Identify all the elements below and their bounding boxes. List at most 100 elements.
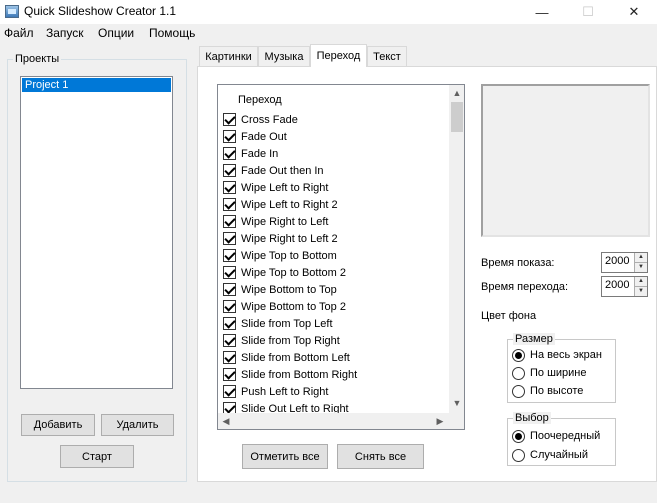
bg-color-label[interactable]: Цвет фона bbox=[481, 310, 536, 322]
transition-item-label: Wipe Top to Bottom 2 bbox=[241, 266, 346, 279]
transition-time-label: Время перехода: bbox=[481, 281, 569, 293]
add-project-button[interactable]: Добавить bbox=[21, 414, 95, 436]
checkbox[interactable] bbox=[223, 147, 236, 160]
checkbox[interactable] bbox=[223, 351, 236, 364]
show-time-spinner[interactable]: 2000 ▲ ▼ bbox=[601, 252, 648, 273]
checkbox[interactable] bbox=[223, 266, 236, 279]
menu-options[interactable]: Опции bbox=[98, 26, 134, 40]
transition-item-label: Slide from Bottom Right bbox=[241, 368, 358, 381]
scroll-up-icon[interactable]: ▲ bbox=[449, 85, 464, 101]
checkbox[interactable] bbox=[223, 249, 236, 262]
scroll-left-icon[interactable]: ◀ bbox=[218, 413, 234, 429]
transition-item[interactable]: Push Left to Right bbox=[223, 383, 448, 400]
transition-item-label: Wipe Left to Right bbox=[241, 181, 329, 194]
size-option-width[interactable]: По ширине bbox=[512, 364, 587, 382]
scroll-down-icon[interactable]: ▼ bbox=[449, 395, 464, 411]
vertical-scrollbar[interactable]: ▲ ▼ bbox=[449, 85, 464, 413]
checkbox[interactable] bbox=[223, 113, 236, 126]
app-icon bbox=[5, 5, 19, 18]
check-all-button[interactable]: Отметить все bbox=[242, 444, 328, 469]
transition-time-value[interactable]: 2000 bbox=[605, 279, 629, 291]
project-item[interactable]: Project 1 bbox=[22, 78, 171, 92]
preview-box bbox=[481, 84, 650, 237]
checkbox[interactable] bbox=[223, 198, 236, 211]
radio-button[interactable] bbox=[512, 384, 525, 398]
checkbox[interactable] bbox=[223, 385, 236, 398]
show-time-value[interactable]: 2000 bbox=[605, 255, 629, 267]
checkbox[interactable] bbox=[223, 130, 236, 143]
checkbox[interactable] bbox=[223, 164, 236, 177]
transition-item-label: Wipe Right to Left bbox=[241, 215, 329, 228]
transition-item-label: Cross Fade bbox=[241, 113, 298, 126]
window-title: Quick Slideshow Creator 1.1 bbox=[24, 4, 177, 18]
transition-item-label: Wipe Bottom to Top bbox=[241, 283, 337, 296]
tab-transition[interactable]: Переход bbox=[310, 44, 367, 67]
transition-item-label: Slide from Top Right bbox=[241, 334, 340, 347]
radio-label: По высоте bbox=[530, 385, 584, 397]
checkbox[interactable] bbox=[223, 215, 236, 228]
checkbox[interactable] bbox=[223, 232, 236, 245]
size-option-fullscreen[interactable]: На весь экран bbox=[512, 346, 602, 364]
delete-project-button[interactable]: Удалить bbox=[101, 414, 174, 436]
projects-list[interactable]: Project 1 bbox=[20, 76, 173, 389]
checkbox[interactable] bbox=[223, 300, 236, 313]
checkbox[interactable] bbox=[223, 181, 236, 194]
checkbox[interactable] bbox=[223, 283, 236, 296]
radio-button[interactable] bbox=[512, 348, 525, 362]
transition-list-header: Переход bbox=[238, 94, 282, 106]
radio-button[interactable] bbox=[512, 429, 525, 443]
menu-help[interactable]: Помощь bbox=[149, 26, 195, 40]
tab-pictures[interactable]: Картинки bbox=[199, 46, 258, 66]
transition-item[interactable]: Wipe Top to Bottom 2 bbox=[223, 264, 448, 281]
transition-item[interactable]: Wipe Left to Right 2 bbox=[223, 196, 448, 213]
order-option-random[interactable]: Случайный bbox=[512, 446, 588, 464]
start-button[interactable]: Старт bbox=[60, 445, 134, 468]
spin-up-icon[interactable]: ▲ bbox=[635, 277, 647, 287]
transition-item[interactable]: Wipe Top to Bottom bbox=[223, 247, 448, 264]
uncheck-all-button[interactable]: Снять все bbox=[337, 444, 424, 469]
transition-item[interactable]: Fade Out then In bbox=[223, 162, 448, 179]
transition-item[interactable]: Fade Out bbox=[223, 128, 448, 145]
menu-file[interactable]: Файл bbox=[4, 26, 34, 40]
transition-item[interactable]: Wipe Right to Left 2 bbox=[223, 230, 448, 247]
transition-list[interactable]: Переход Cross Fade Fade Out Fade In Fade Ou… bbox=[217, 84, 465, 430]
transition-item-label: Slide from Top Left bbox=[241, 317, 333, 330]
transition-item[interactable]: Slide from Top Left bbox=[223, 315, 448, 332]
transition-item[interactable]: Slide from Top Right bbox=[223, 332, 448, 349]
horizontal-scrollbar[interactable]: ◀ ▶ bbox=[218, 413, 464, 429]
tab-text[interactable]: Текст bbox=[367, 46, 407, 66]
size-option-height[interactable]: По высоте bbox=[512, 382, 583, 400]
spin-up-icon[interactable]: ▲ bbox=[635, 253, 647, 263]
transition-item[interactable]: Wipe Bottom to Top bbox=[223, 281, 448, 298]
checkbox[interactable] bbox=[223, 334, 236, 347]
transition-item-label: Wipe Bottom to Top 2 bbox=[241, 300, 346, 313]
menu-run[interactable]: Запуск bbox=[46, 26, 84, 40]
radio-button[interactable] bbox=[512, 366, 525, 380]
transition-item-label: Wipe Top to Bottom bbox=[241, 249, 337, 262]
radio-button[interactable] bbox=[512, 448, 525, 462]
transition-item[interactable]: Slide from Bottom Left bbox=[223, 349, 448, 366]
order-group-title: Выбор bbox=[513, 412, 551, 424]
transition-item[interactable]: Wipe Left to Right bbox=[223, 179, 448, 196]
transition-item[interactable]: Slide from Bottom Right bbox=[223, 366, 448, 383]
checkbox[interactable] bbox=[223, 368, 236, 381]
radio-label: Случайный bbox=[530, 449, 588, 461]
scroll-right-icon[interactable]: ▶ bbox=[432, 413, 448, 429]
checkbox[interactable] bbox=[223, 317, 236, 330]
transition-item[interactable]: Fade In bbox=[223, 145, 448, 162]
transition-item[interactable]: Wipe Right to Left bbox=[223, 213, 448, 230]
minimize-button[interactable]: — bbox=[519, 0, 565, 24]
order-option-sequential[interactable]: Поочередный bbox=[512, 427, 600, 445]
transition-item-label: Slide from Bottom Left bbox=[241, 351, 350, 364]
transition-time-spinner[interactable]: 2000 ▲ ▼ bbox=[601, 276, 648, 297]
transition-item[interactable]: Cross Fade bbox=[223, 111, 448, 128]
show-time-label: Время показа: bbox=[481, 257, 555, 269]
scroll-thumb[interactable] bbox=[451, 102, 463, 132]
tab-music[interactable]: Музыка bbox=[258, 46, 310, 66]
transition-item-label: Push Left to Right bbox=[241, 385, 329, 398]
spin-down-icon[interactable]: ▼ bbox=[635, 287, 647, 297]
transition-item[interactable]: Wipe Bottom to Top 2 bbox=[223, 298, 448, 315]
close-button[interactable]: ✕ bbox=[611, 0, 657, 24]
projects-group-title: Проекты bbox=[13, 53, 62, 65]
spin-down-icon[interactable]: ▼ bbox=[635, 263, 647, 273]
